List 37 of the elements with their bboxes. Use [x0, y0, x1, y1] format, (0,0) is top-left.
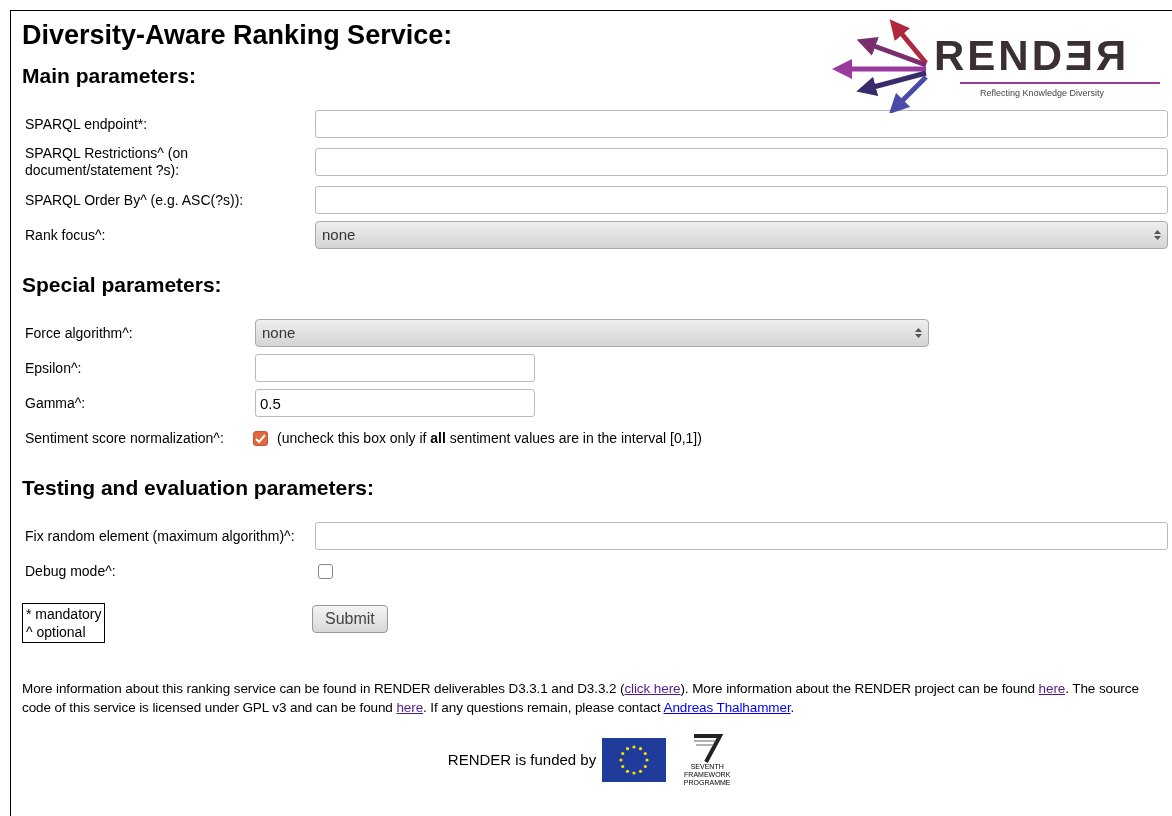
- input-field[interactable]: [315, 186, 1168, 214]
- updown-icon: [1154, 229, 1161, 241]
- legend-box: * mandatory ^ optional: [22, 603, 106, 643]
- select-field[interactable]: none: [255, 319, 929, 347]
- input-field[interactable]: 0.5: [255, 389, 535, 417]
- input-field[interactable]: [315, 148, 1168, 176]
- checkbox[interactable]: [318, 563, 333, 579]
- page-title: Diversity-Aware Ranking Service:: [22, 19, 454, 52]
- logo: RENDƎЯ Reflecting Knowledge Diversity: [830, 17, 1166, 113]
- field-label: SPARQL Restrictions^ (on document/statement ?s):: [25, 145, 189, 179]
- select-field[interactable]: none: [315, 221, 1168, 249]
- flag-icon: [602, 738, 667, 782]
- link[interactable]: here: [1038, 681, 1066, 696]
- input-field[interactable]: [315, 522, 1168, 550]
- checkbox[interactable]: [253, 430, 268, 446]
- section-heading: Special parameters:: [22, 272, 223, 298]
- field-label: Sentiment score normalization^:: [25, 429, 225, 447]
- field-label: SPARQL Order By^ (e.g. ASC(?s)):: [25, 191, 245, 209]
- field-label: SPARQL endpoint*:: [25, 115, 149, 133]
- section-heading: Main parameters:: [22, 63, 197, 89]
- field-label: Force algorithm^:: [25, 324, 134, 342]
- info-paragraph: More information about this ranking service can be found in RENDER deliverables D3.3.1 and D3.3.2 (click here). More information about the RENDER project can be found here. The source code of this service is licensed under GPL v3 and can be found here. If any questions remain, please contact Andreas Thalhammer.: [22, 680, 1140, 717]
- field-label: Fix random element (maximum algorithm)^:: [25, 527, 296, 545]
- funding-note: RENDER is funded by: [447, 749, 597, 770]
- field-label: Epsilon^:: [25, 359, 83, 377]
- link[interactable]: click here: [624, 681, 681, 696]
- checkbox-note: (uncheck this box only if all sentiment values are in the interval [0,1]): [277, 428, 702, 448]
- submit-button[interactable]: Submit: [312, 604, 388, 633]
- section-heading: Testing and evaluation parameters:: [22, 475, 376, 501]
- input-field[interactable]: [315, 110, 1168, 138]
- field-label: Gamma^:: [25, 394, 87, 412]
- input-field[interactable]: [255, 354, 535, 382]
- field-label: Debug mode^:: [25, 562, 117, 580]
- link[interactable]: here: [396, 700, 424, 715]
- updown-icon: [915, 327, 922, 339]
- field-label: Rank focus^:: [25, 226, 107, 244]
- link[interactable]: Andreas Thalhammer: [663, 700, 791, 715]
